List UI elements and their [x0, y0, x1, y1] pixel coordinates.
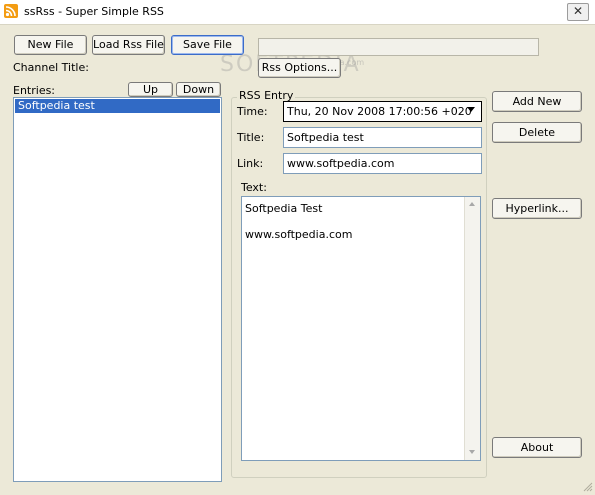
close-button[interactable]: ✕ — [567, 3, 589, 21]
vertical-scrollbar[interactable] — [464, 197, 480, 460]
entries-list[interactable]: Softpedia test — [13, 97, 222, 482]
load-rss-file-button[interactable]: Load Rss File — [92, 35, 165, 55]
channel-title-label: Channel Title: — [13, 61, 89, 74]
list-item[interactable]: Softpedia test — [15, 99, 220, 113]
hyperlink-button[interactable]: Hyperlink... — [492, 198, 582, 219]
resize-grip-icon[interactable] — [583, 482, 593, 492]
chevron-down-icon[interactable] — [467, 107, 475, 112]
close-icon: ✕ — [572, 4, 584, 18]
scroll-down-button[interactable] — [465, 445, 480, 460]
app-window: ssRss - Super Simple RSS ✕ SOFTPEDIA www… — [0, 0, 595, 494]
about-button[interactable]: About — [492, 437, 582, 458]
time-value: Thu, 20 Nov 2008 17:00:56 +020 — [287, 105, 472, 118]
link-label: Link: — [237, 157, 264, 170]
title-label: Title: — [237, 131, 265, 144]
link-field[interactable]: www.softpedia.com — [283, 153, 482, 174]
entries-label: Entries: — [13, 84, 56, 97]
time-combobox[interactable]: Thu, 20 Nov 2008 17:00:56 +020 — [283, 101, 482, 122]
save-file-button[interactable]: Save File — [171, 35, 244, 55]
text-line: www.softpedia.com — [245, 228, 353, 241]
delete-button[interactable]: Delete — [492, 122, 582, 143]
window-title: ssRss - Super Simple RSS — [24, 5, 164, 18]
down-button[interactable]: Down — [176, 82, 221, 97]
arrow-up-icon — [469, 202, 475, 206]
new-file-button[interactable]: New File — [14, 35, 87, 55]
up-button[interactable]: Up — [128, 82, 173, 97]
rss-icon — [4, 4, 18, 18]
text-area[interactable]: Softpedia Test www.softpedia.com — [241, 196, 481, 461]
scroll-up-button[interactable] — [465, 197, 480, 212]
arrow-down-icon — [469, 450, 475, 454]
progress-bar — [258, 38, 539, 56]
time-label: Time: — [237, 105, 268, 118]
title-field[interactable]: Softpedia test — [283, 127, 482, 148]
text-label: Text: — [241, 181, 267, 194]
text-line: Softpedia Test — [245, 202, 323, 215]
rss-options-button[interactable]: Rss Options... — [258, 58, 341, 78]
add-new-button[interactable]: Add New — [492, 91, 582, 112]
title-bar[interactable]: ssRss - Super Simple RSS ✕ — [0, 0, 595, 25]
